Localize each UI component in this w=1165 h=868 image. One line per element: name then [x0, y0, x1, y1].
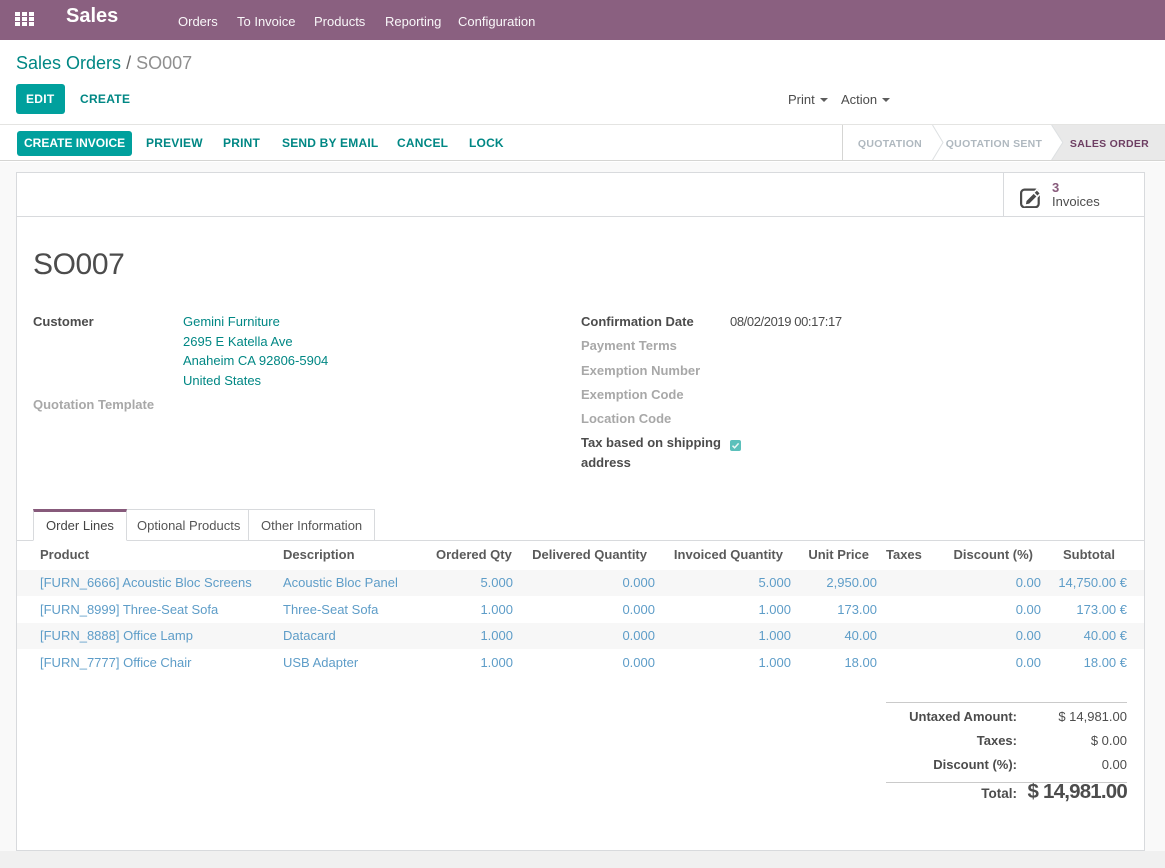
svg-text:QUOTATION SENT: QUOTATION SENT	[946, 138, 1043, 150]
svg-text:QUOTATION: QUOTATION	[858, 138, 922, 150]
svg-text:SALES ORDER: SALES ORDER	[1070, 138, 1149, 150]
